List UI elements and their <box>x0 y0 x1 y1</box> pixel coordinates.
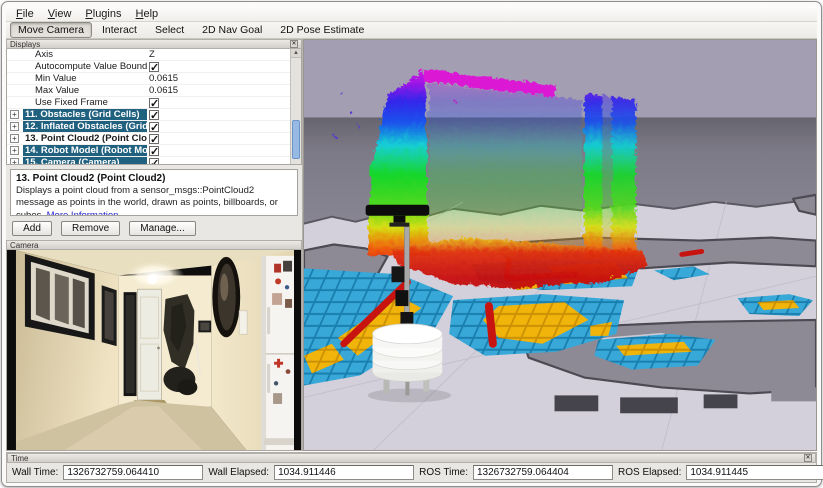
display-label[interactable]: 13. Point Cloud2 (Point Cloud2) <box>23 133 147 144</box>
3d-scene <box>304 40 816 450</box>
display-row-obstacles[interactable]: + 11. Obstacles (Grid Cells) <box>7 109 290 122</box>
checkbox[interactable] <box>149 157 159 164</box>
property-label: Autocompute Value Bounds <box>35 61 147 72</box>
light-switch <box>238 310 248 335</box>
expander-icon[interactable]: + <box>10 158 19 164</box>
time-panel-header[interactable]: Time ✕ <box>7 453 816 463</box>
rviz-window: File View Plugins Help Move Camera Inter… <box>1 1 823 487</box>
display-row-camera[interactable]: + 15. Camera (Camera) <box>7 157 290 164</box>
expander-icon[interactable]: + <box>10 146 19 155</box>
tool-move-camera[interactable]: Move Camera <box>10 22 92 38</box>
add-button[interactable]: Add <box>12 220 52 236</box>
checkbox[interactable] <box>149 133 159 146</box>
tool-interact[interactable]: Interact <box>94 22 145 38</box>
display-label[interactable]: 15. Camera (Camera) <box>23 157 147 164</box>
checkbox[interactable] <box>149 61 159 74</box>
display-enabled <box>147 133 290 146</box>
property-row-autocompute[interactable]: Autocompute Value Bounds <box>7 61 290 74</box>
scroll-up-icon[interactable]: ▲ <box>291 49 301 58</box>
display-row-robot-model[interactable]: + 14. Robot Model (Robot Model) <box>7 145 290 158</box>
ros-elapsed-label: ROS Elapsed: <box>618 467 682 478</box>
menu-help[interactable]: Help <box>130 8 165 20</box>
property-value <box>147 97 290 110</box>
display-enabled <box>147 157 290 164</box>
refrigerator <box>261 255 295 450</box>
camera-image-panel[interactable] <box>6 250 302 451</box>
displays-tree: Axis Z Autocompute Value Bounds Min Valu… <box>6 49 302 165</box>
display-enabled <box>147 121 290 134</box>
close-icon[interactable]: ✕ <box>804 454 812 462</box>
property-label: Min Value <box>35 73 77 84</box>
menu-plugins[interactable]: Plugins <box>79 8 127 20</box>
expander-icon[interactable]: + <box>10 122 19 131</box>
tree-scrollbar[interactable]: ▲ <box>290 49 301 164</box>
display-label[interactable]: 14. Robot Model (Robot Model) <box>23 145 147 156</box>
camera-panel-header[interactable]: Camera <box>6 240 302 250</box>
property-value[interactable]: 0.0615 <box>147 73 290 84</box>
menu-view[interactable]: View <box>42 8 78 20</box>
kinect-sensor <box>365 204 430 216</box>
description-title: 13. Point Cloud2 (Point Cloud2) <box>16 173 166 184</box>
3d-viewport[interactable] <box>303 39 817 451</box>
checkbox[interactable] <box>149 97 159 110</box>
property-row-axis[interactable]: Axis Z <box>7 49 290 61</box>
display-enabled <box>147 109 290 122</box>
scrollbar-thumb[interactable] <box>292 120 300 160</box>
displays-panel-header[interactable]: Displays ✕ <box>6 39 302 49</box>
menu-bar: File View Plugins Help <box>6 6 817 22</box>
ros-time-label: ROS Time: <box>419 467 468 478</box>
camera-hallway-image <box>7 250 301 450</box>
checkbox[interactable] <box>149 145 159 158</box>
display-row-inflated-obstacles[interactable]: + 12. Inflated Obstacles (Grid Cells) <box>7 121 290 134</box>
menu-file[interactable]: File <box>10 8 40 20</box>
property-value[interactable]: 0.0615 <box>147 85 290 96</box>
expander-icon[interactable]: + <box>10 134 19 143</box>
wall-elapsed-input[interactable] <box>274 465 415 480</box>
display-enabled <box>147 145 290 158</box>
display-row-point-cloud2[interactable]: + 13. Point Cloud2 (Point Cloud2) <box>7 133 290 146</box>
property-row-max-value[interactable]: Max Value 0.0615 <box>7 85 290 97</box>
tool-2d-pose-estimate[interactable]: 2D Pose Estimate <box>272 22 372 38</box>
left-panel-column: Displays ✕ Axis Z Autocompute Value Boun… <box>6 39 303 451</box>
display-actions: Add Remove Manage... <box>6 219 302 237</box>
time-panel-title: Time <box>11 453 29 463</box>
property-row-min-value[interactable]: Min Value 0.0615 <box>7 73 290 85</box>
tool-bar: Move Camera Interact Select 2D Nav Goal … <box>6 22 817 39</box>
wall-elapsed-label: Wall Elapsed: <box>208 467 270 478</box>
display-label[interactable]: 11. Obstacles (Grid Cells) <box>23 109 147 120</box>
tool-2d-nav-goal[interactable]: 2D Nav Goal <box>194 22 270 38</box>
expander-icon[interactable]: + <box>10 110 19 119</box>
time-panel: Time ✕ Wall Time: Wall Elapsed: ROS Time… <box>6 452 823 483</box>
ros-elapsed-input[interactable] <box>686 465 823 480</box>
property-label: Axis <box>35 49 53 60</box>
property-label: Use Fixed Frame <box>35 97 108 108</box>
display-label[interactable]: 12. Inflated Obstacles (Grid Cells) <box>23 121 147 132</box>
ros-time-input[interactable] <box>473 465 613 480</box>
remove-button[interactable]: Remove <box>61 220 121 236</box>
close-icon[interactable]: ✕ <box>290 40 298 48</box>
checkbox[interactable] <box>149 121 159 134</box>
hall-door <box>137 288 162 401</box>
camera-panel-title: Camera <box>10 240 39 250</box>
property-value <box>147 61 290 74</box>
displays-panel-title: Displays <box>10 39 41 49</box>
wall-time-label: Wall Time: <box>12 467 59 478</box>
property-label: Max Value <box>35 85 80 96</box>
wall-time-input[interactable] <box>63 465 204 480</box>
property-row-use-fixed-frame[interactable]: Use Fixed Frame <box>7 97 290 110</box>
checkbox[interactable] <box>149 109 159 122</box>
property-value[interactable]: Z <box>147 49 290 60</box>
description-body: Displays a point cloud from a sensor_msg… <box>16 185 292 215</box>
manage-button[interactable]: Manage... <box>129 220 196 236</box>
round-mirror <box>212 256 241 338</box>
tool-select[interactable]: Select <box>147 22 192 38</box>
description-panel: 13. Point Cloud2 (Point Cloud2) Displays… <box>10 169 298 216</box>
